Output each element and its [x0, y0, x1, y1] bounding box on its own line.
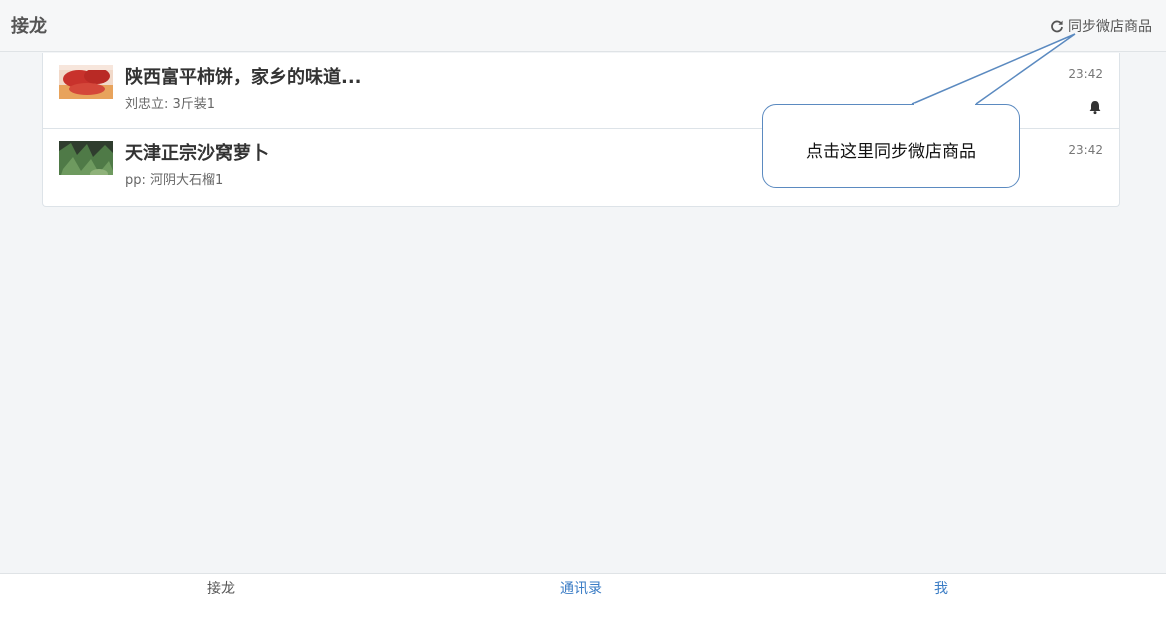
bell-icon — [1087, 99, 1103, 115]
item-title: 天津正宗沙窝萝卜 — [125, 143, 269, 164]
bottom-tab-bar: 接龙 通讯录 我 — [0, 573, 1166, 617]
sync-products-label: 同步微店商品 — [1068, 19, 1152, 35]
item-title: 陕西富平柿饼，家乡的味道... — [125, 67, 362, 88]
tab-contacts[interactable]: 通讯录 — [560, 578, 602, 598]
tab-me[interactable]: 我 — [934, 578, 948, 598]
page-title: 接龙 — [11, 16, 47, 37]
product-thumbnail — [59, 141, 113, 175]
sync-products-button[interactable]: 同步微店商品 — [1050, 16, 1152, 36]
refresh-icon — [1050, 19, 1064, 33]
tab-relay[interactable]: 接龙 — [207, 578, 235, 598]
tutorial-callout: 点击这里同步微店商品 — [762, 104, 1020, 188]
item-time: 23:42 — [1068, 67, 1103, 81]
top-nav-bar: 接龙 同步微店商品 — [0, 0, 1166, 52]
item-subtitle: 刘忠立: 3斤装1 — [125, 97, 216, 112]
product-thumbnail — [59, 65, 113, 99]
item-subtitle: pp: 河阴大石榴1 — [125, 173, 224, 188]
callout-text: 点击这里同步微店商品 — [806, 142, 976, 162]
item-time: 23:42 — [1068, 143, 1103, 157]
